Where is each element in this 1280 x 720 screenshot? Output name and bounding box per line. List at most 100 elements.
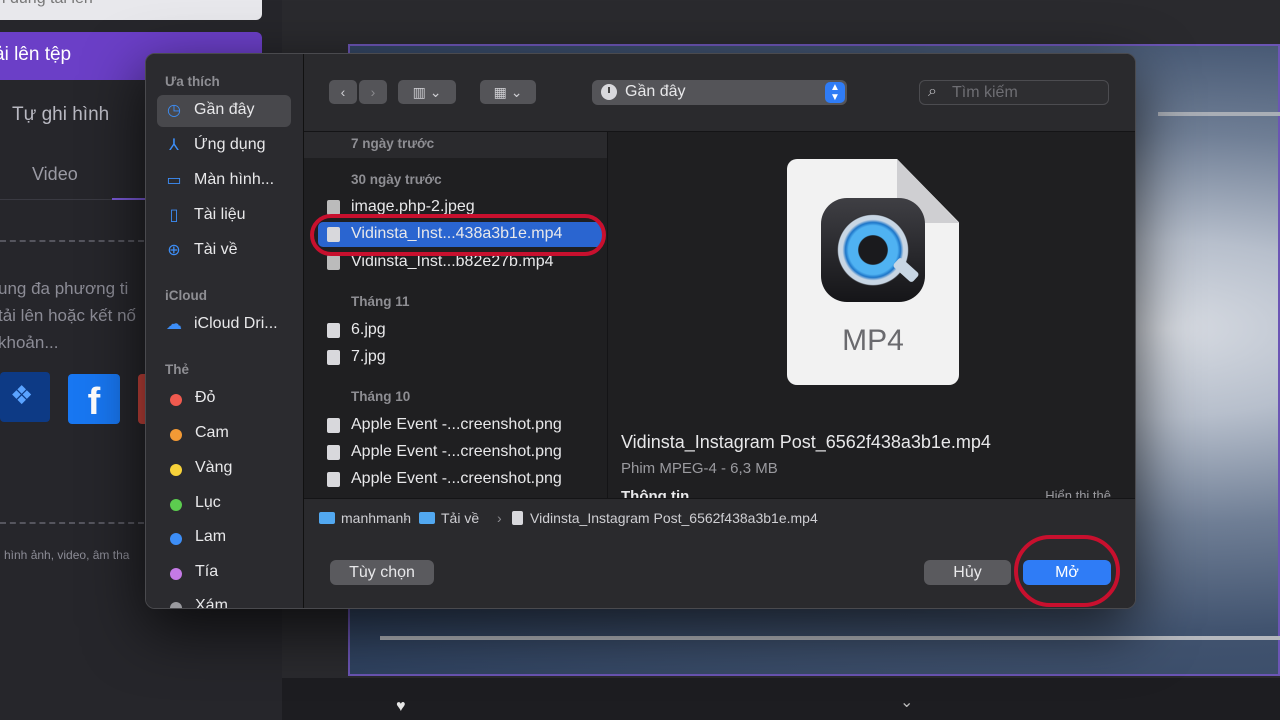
upload-file-label: ải lên tệp (0, 44, 72, 65)
sidebar-item-label: Gần đây (194, 101, 255, 118)
tag-blue[interactable]: Lam (165, 525, 303, 551)
path-bar: manhmanh › Tải về › Vidinsta_Instagram P… (304, 498, 1135, 534)
group-header: Tháng 10 (351, 389, 411, 404)
sidebar-item-icloud-drive[interactable]: ☁ iCloud Dri... (157, 309, 291, 341)
file-name: 6.jpg (351, 321, 386, 338)
app-search-field[interactable]: i dung tải lên (0, 0, 262, 20)
column-view-button[interactable]: ▥ ⌄ (398, 80, 456, 104)
path-user-folder[interactable]: manhmanh (319, 510, 411, 526)
tag-red[interactable]: Đỏ (165, 386, 303, 412)
tag-purple[interactable]: Tía (165, 560, 303, 586)
cloud-icon: ☁ (166, 316, 182, 333)
location-label: Gần đây (625, 83, 686, 100)
file-row[interactable]: Apple Event -...creenshot.png (318, 467, 604, 492)
clock-icon: ◷ (167, 102, 181, 119)
preview-file-name: Vidinsta_Instagram Post_6562f438a3b1e.mp… (621, 432, 991, 452)
sidebar-item-label: iCloud Dri... (194, 315, 278, 332)
editor-bottom-bar (282, 678, 1280, 720)
sidebar-item-applications[interactable]: ⅄ Ứng dụng (157, 130, 291, 162)
file-name: Apple Event -...creenshot.png (351, 416, 562, 433)
dialog-sidebar: Ưa thích ◷ Gần đây ⅄ Ứng dụng ▭ Màn hình… (146, 54, 304, 609)
file-row[interactable]: 6.jpg (318, 318, 604, 343)
download-icon: ⊕ (167, 242, 181, 259)
file-row[interactable]: Apple Event -...creenshot.png (318, 413, 604, 438)
chevron-down-icon: ⌄ (429, 84, 442, 100)
preview-file-kind: Phim MPEG-4 - 6,3 MB (621, 460, 778, 477)
tag-dot-icon (170, 602, 182, 608)
sidebar-item-label: Màn hình... (194, 171, 275, 188)
path-separator: › (403, 510, 408, 526)
sidebar-item-downloads[interactable]: ⊕ Tài về (157, 235, 291, 267)
image-file-icon (327, 323, 340, 338)
supported-media-text: hình ảnh, video, âm tha (4, 548, 130, 562)
dialog-footer: Tùy chọn Hủy Mở (304, 534, 1135, 608)
self-record-tab[interactable]: Tự ghi hình (12, 104, 109, 126)
file-name: Apple Event -...creenshot.png (351, 470, 562, 487)
tag-label: Tía (195, 563, 219, 580)
sidebar-item-label: Tài liệu (194, 206, 246, 223)
file-extension-label: MP4 (842, 324, 904, 357)
desktop-icon: ▭ (166, 172, 182, 189)
back-button[interactable]: ‹ (329, 80, 357, 104)
file-row[interactable]: Apple Event -...creenshot.png (318, 440, 604, 465)
facebook-icon[interactable]: f (68, 374, 120, 424)
video-tab[interactable]: Video (32, 164, 78, 185)
column-view-icon: ▥ (412, 84, 426, 100)
video-file-icon (327, 255, 340, 270)
tags-header: Thẻ (165, 362, 190, 377)
group-header: 30 ngày trước (351, 172, 442, 187)
tag-label: Vàng (195, 459, 233, 476)
image-file-icon (327, 350, 340, 365)
tag-label: Lam (195, 528, 227, 545)
tag-label: Cam (195, 424, 229, 441)
applications-icon: ⅄ (169, 137, 179, 154)
search-input[interactable] (952, 83, 1102, 103)
tag-label: Đỏ (195, 389, 216, 406)
tag-label: Xám (195, 597, 228, 609)
document-icon: ▯ (169, 207, 179, 224)
tag-dot-icon (170, 429, 182, 441)
show-more-link[interactable]: Hiển thị thê (1045, 488, 1111, 498)
preview-pane: MP4 Vidinsta_Instagram Post_6562f438a3b1… (609, 132, 1135, 498)
tag-dot-icon (170, 533, 182, 545)
chevron-down-icon[interactable]: ⌄ (900, 692, 913, 712)
dropbox-icon[interactable]: ❖ (0, 372, 50, 422)
group-header: 7 ngày trước (304, 132, 607, 158)
timeline-track (380, 636, 1280, 640)
image-file-icon (327, 445, 340, 460)
tag-orange[interactable]: Cam (165, 421, 303, 447)
folder-icon (319, 512, 335, 524)
sidebar-item-label: Tài về (194, 241, 238, 258)
search-icon: ⌕ (928, 83, 937, 100)
file-name: 7.jpg (351, 348, 386, 365)
path-separator: › (497, 510, 502, 526)
tag-gray[interactable]: Xám (165, 594, 303, 609)
image-file-icon (327, 200, 340, 215)
tag-green[interactable]: Lục (165, 491, 303, 517)
chevron-down-icon: ⌄ (510, 84, 523, 100)
cancel-button[interactable]: Hủy (924, 560, 1011, 585)
path-file[interactable]: Vidinsta_Instagram Post_6562f438a3b1e.mp… (512, 510, 818, 526)
group-header: Tháng 11 (351, 294, 410, 309)
dialog-toolbar: ‹ › ▥ ⌄ ▦ ⌄ Gần đây ▲ ▼ ⌕ (304, 54, 1135, 132)
file-icon (512, 511, 523, 525)
icloud-header: iCloud (165, 288, 207, 303)
sidebar-item-recents[interactable]: ◷ Gần đây (157, 95, 291, 127)
info-header: Thông tin (621, 488, 690, 498)
tag-yellow[interactable]: Vàng (165, 456, 303, 482)
tag-dot-icon (170, 499, 182, 511)
forward-button[interactable]: › (359, 80, 387, 104)
options-button[interactable]: Tùy chọn (330, 560, 434, 585)
image-file-icon (327, 472, 340, 487)
sidebar-item-documents[interactable]: ▯ Tài liệu (157, 200, 291, 232)
group-view-button[interactable]: ▦ ⌄ (480, 80, 536, 104)
open-file-dialog: Ưa thích ◷ Gần đây ⅄ Ứng dụng ▭ Màn hình… (145, 53, 1136, 609)
tag-dot-icon (170, 568, 182, 580)
heart-icon[interactable]: ♥ (396, 698, 406, 716)
sidebar-item-desktop[interactable]: ▭ Màn hình... (157, 165, 291, 197)
file-list: 7 ngày trước 30 ngày trước image.php-2.j… (304, 132, 608, 498)
path-downloads-folder[interactable]: Tải về (419, 510, 479, 526)
file-row[interactable]: 7.jpg (318, 345, 604, 370)
location-popup[interactable]: Gần đây ▲ ▼ (592, 80, 847, 105)
search-field[interactable]: ⌕ (919, 80, 1109, 105)
